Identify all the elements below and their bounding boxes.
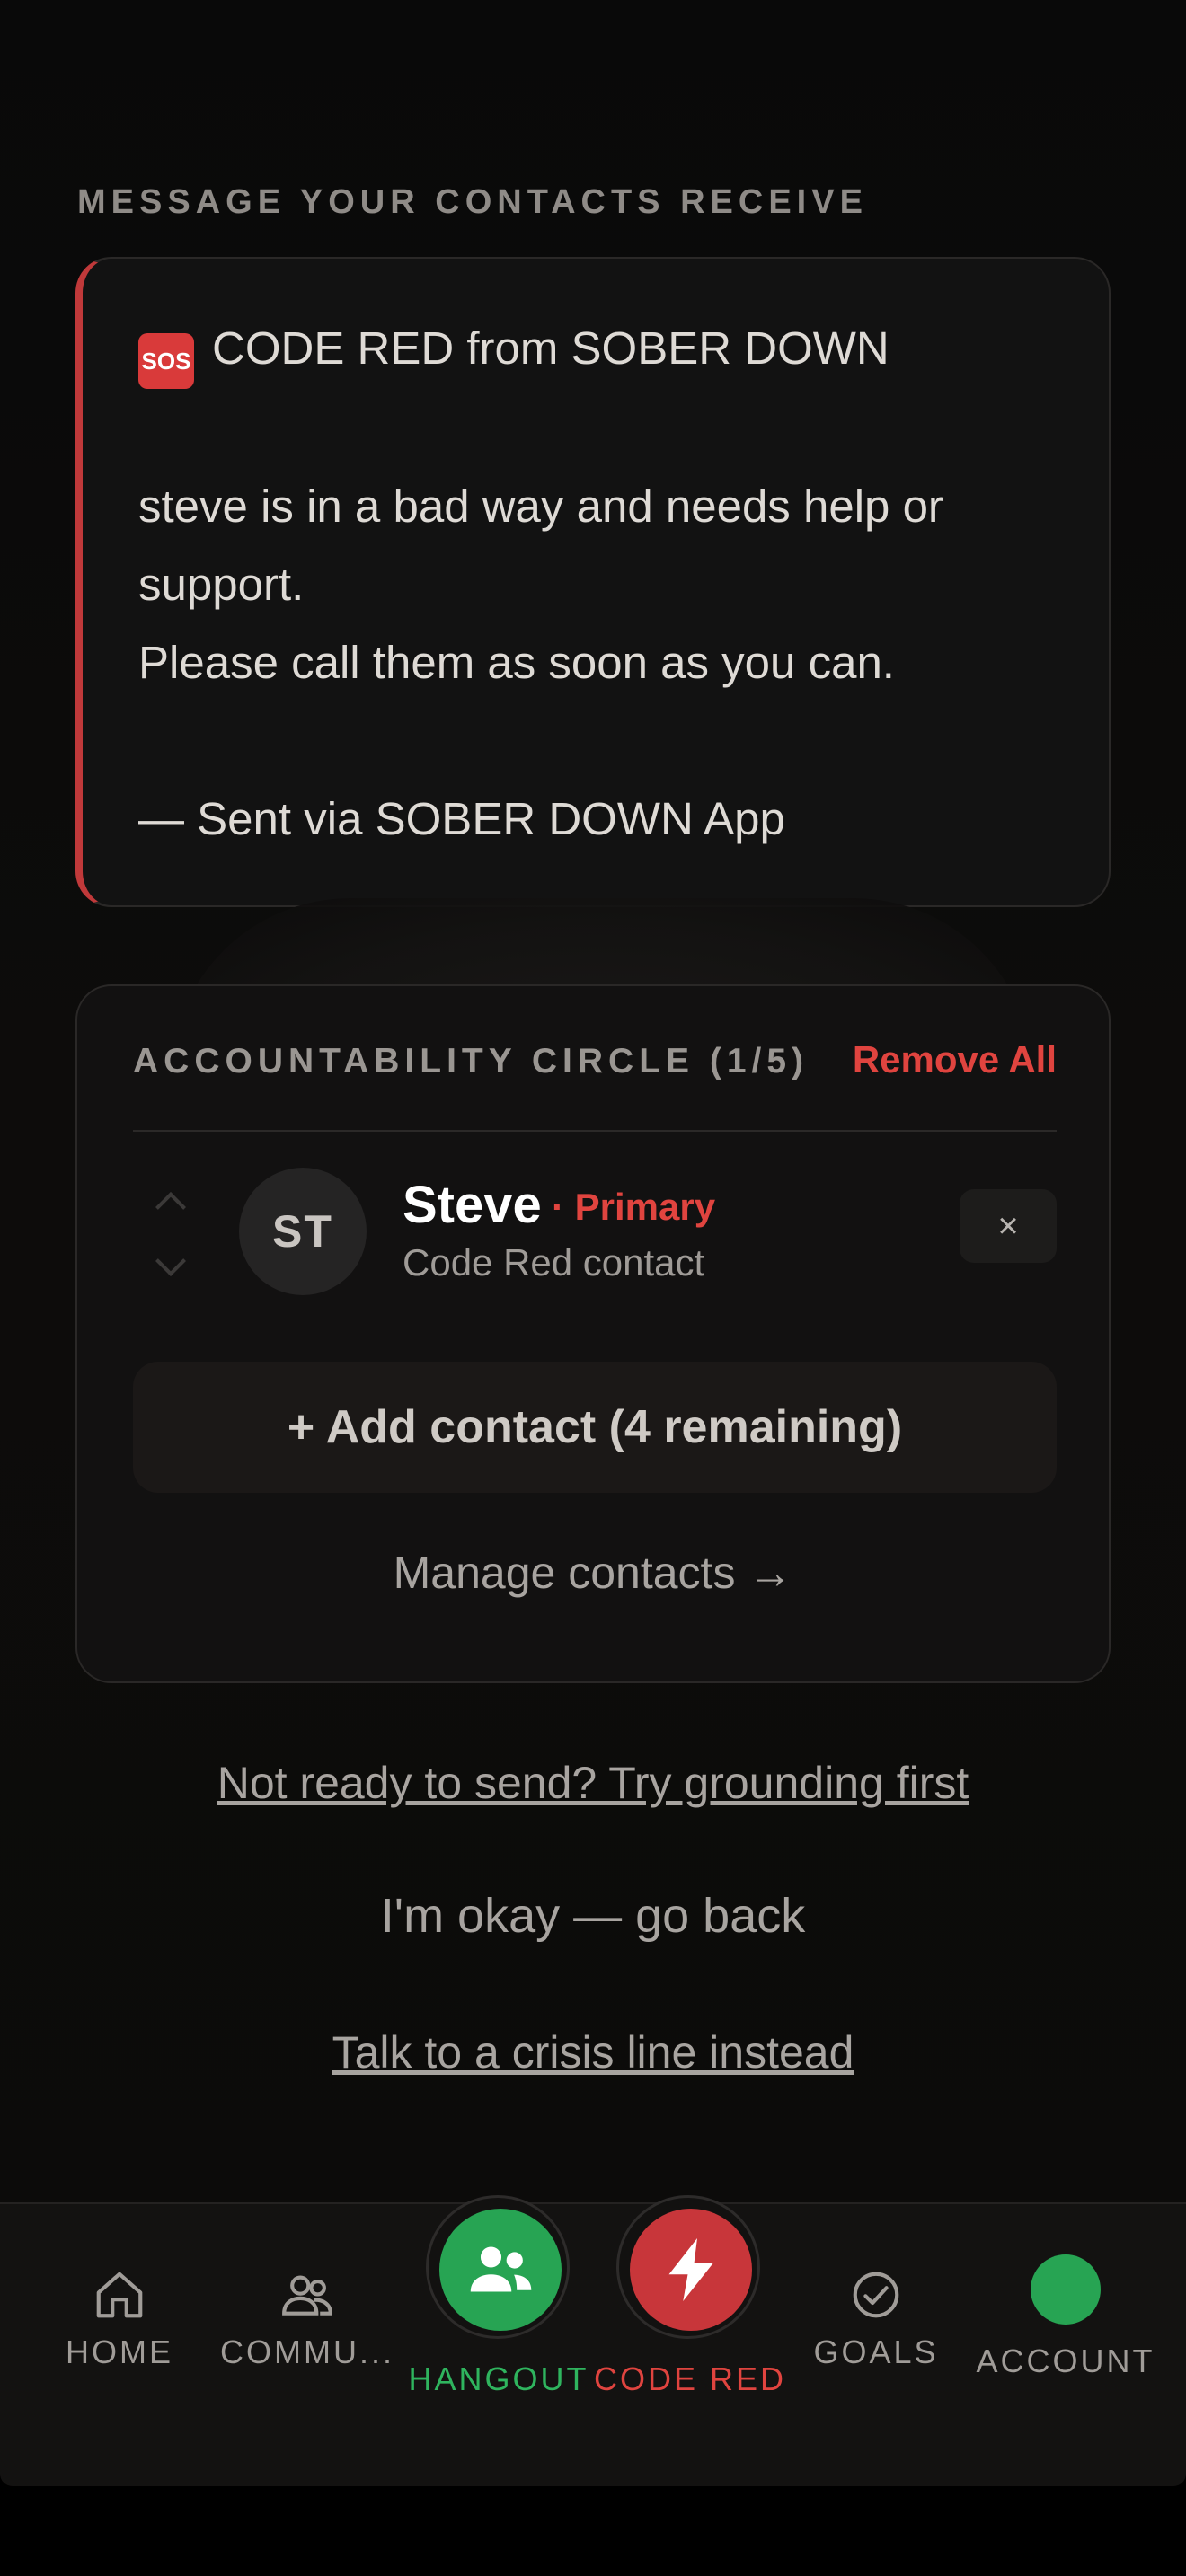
remove-contact-button[interactable]: × (960, 1189, 1057, 1263)
divider (133, 1130, 1057, 1132)
remove-all-button[interactable]: Remove All (853, 1038, 1057, 1081)
message-line-2: support. (138, 559, 305, 610)
message-line-1: steve is in a bad way and needs help or (138, 481, 943, 532)
bottom-tab-bar: HOME COMMU... HANGOUT CODE RED GOALS ACC… (0, 2195, 1186, 2486)
tab-account[interactable]: ACCOUNT (976, 2254, 1155, 2380)
crisis-line-link[interactable]: Talk to a crisis line instead (0, 2026, 1186, 2078)
contact-name: Steve (403, 1176, 542, 1234)
tab-goals[interactable]: GOALS (809, 2267, 943, 2371)
message-line-3: Please call them as soon as you can. (138, 637, 895, 688)
tab-home-label: HOME (66, 2333, 173, 2370)
go-back-button[interactable]: I'm okay — go back (0, 1888, 1186, 1944)
tab-account-label: ACCOUNT (976, 2342, 1155, 2379)
home-icon (96, 2272, 143, 2318)
section-label: MESSAGE YOUR CONTACTS RECEIVE (77, 183, 868, 221)
group-icon (470, 2246, 532, 2292)
tab-hangout-label[interactable]: HANGOUT (395, 2360, 602, 2398)
account-avatar-icon (1031, 2254, 1101, 2325)
primary-badge: · Primary (552, 1186, 716, 1228)
grounding-link[interactable]: Not ready to send? Try grounding first (0, 1757, 1186, 1809)
tab-goals-label: GOALS (813, 2333, 939, 2370)
reorder-controls (149, 1178, 207, 1313)
contact-subtitle: Code Red contact (403, 1241, 705, 1284)
message-preview-card: SOS CODE RED from SOBER DOWN steve is in … (75, 257, 1111, 907)
avatar: ST (239, 1168, 367, 1295)
people-icon (282, 2275, 332, 2316)
hangout-button[interactable] (426, 2195, 570, 2339)
chevron-down-icon[interactable] (155, 1246, 186, 1276)
chevron-up-icon[interactable] (155, 1192, 186, 1222)
check-circle-icon (853, 2272, 899, 2318)
tab-home[interactable]: HOME (52, 2267, 187, 2371)
code-red-button[interactable] (616, 2195, 760, 2339)
tab-code-red-label[interactable]: CODE RED (588, 2360, 792, 2398)
tab-community-label: COMMU... (220, 2333, 394, 2370)
add-contact-button[interactable]: + Add contact (4 remaining) (133, 1362, 1057, 1493)
message-header: SOS CODE RED from SOBER DOWN (138, 309, 1051, 389)
sos-icon: SOS (138, 333, 194, 389)
message-signature: — Sent via SOBER DOWN App (138, 793, 785, 844)
lightning-icon (668, 2238, 713, 2301)
message-header-text: CODE RED from SOBER DOWN (212, 322, 890, 374)
tab-community[interactable]: COMMU... (219, 2267, 395, 2371)
code-red-screen: MESSAGE YOUR CONTACTS RECEIVE SOS CODE RE… (0, 0, 1186, 2486)
manage-contacts-link[interactable]: Manage contacts → (77, 1547, 1109, 1599)
accountability-circle-card: ACCOUNTABILITY CIRCLE (1/5) Remove All S… (75, 984, 1111, 1683)
circle-title: ACCOUNTABILITY CIRCLE (1/5) (133, 1042, 810, 1081)
